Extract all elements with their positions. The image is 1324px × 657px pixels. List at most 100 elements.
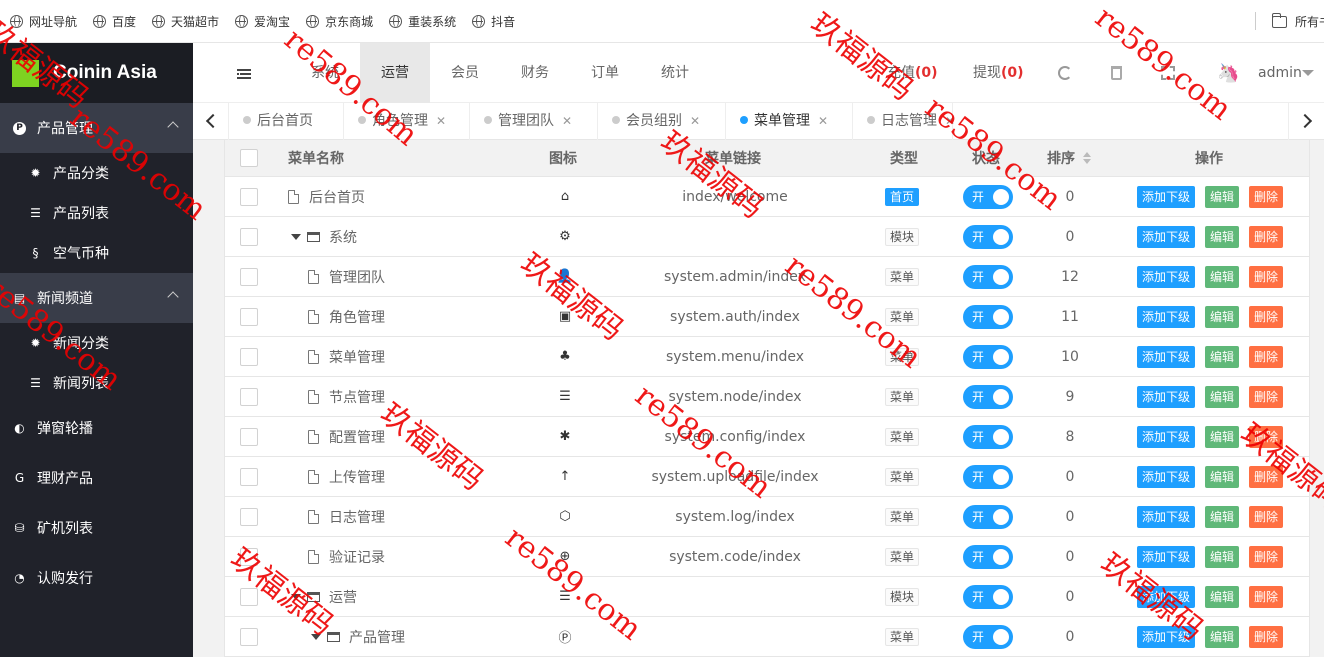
bookmarks-all-folder[interactable]: 所有书 <box>1271 12 1324 30</box>
expand-caret-icon[interactable] <box>291 233 301 240</box>
sidebar-group-finance[interactable]: G 理财产品 <box>0 453 193 503</box>
row-checkbox[interactable] <box>240 227 258 246</box>
tab-4[interactable]: 会员组别 ✕ <box>598 103 726 140</box>
sidebar-group-pie[interactable]: ◔ 认购发行 <box>0 553 193 603</box>
bookmark-item[interactable]: 重装系统 <box>389 13 456 30</box>
row-checkbox[interactable] <box>240 267 258 286</box>
add-child-button[interactable]: 添加下级 <box>1137 265 1196 288</box>
row-checkbox[interactable] <box>240 507 258 526</box>
top-nav-item[interactable]: 会员 <box>430 43 500 103</box>
status-toggle[interactable]: 开 <box>963 464 1013 489</box>
tab-5[interactable]: 菜单管理 ✕ <box>726 103 853 140</box>
menu-toggle-icon[interactable] <box>237 69 251 79</box>
sidebar-item[interactable]: ☰ 产品列表 <box>0 193 193 233</box>
status-toggle[interactable]: 开 <box>963 624 1013 649</box>
sidebar-group-carousel[interactable]: ◐ 弹窗轮播 <box>0 403 193 453</box>
delete-button[interactable]: 删除 <box>1249 465 1284 488</box>
status-toggle[interactable]: 开 <box>963 504 1013 529</box>
delete-button[interactable]: 删除 <box>1249 265 1284 288</box>
top-nav-item[interactable]: 财务 <box>500 43 570 103</box>
edit-button[interactable]: 编辑 <box>1205 305 1240 328</box>
row-checkbox[interactable] <box>240 187 258 206</box>
status-toggle[interactable]: 开 <box>963 264 1013 289</box>
add-child-button[interactable]: 添加下级 <box>1137 505 1196 528</box>
bookmark-item[interactable]: 爱淘宝 <box>235 13 290 30</box>
add-child-button[interactable]: 添加下级 <box>1137 545 1196 568</box>
delete-button[interactable]: 删除 <box>1249 185 1284 208</box>
row-checkbox[interactable] <box>240 307 258 326</box>
sidebar-item[interactable]: ✹ 产品分类 <box>0 153 193 193</box>
row-checkbox[interactable] <box>240 427 258 446</box>
close-icon[interactable]: ✕ <box>690 103 700 140</box>
close-icon[interactable]: ✕ <box>562 103 572 140</box>
delete-button[interactable]: 删除 <box>1249 505 1284 528</box>
close-icon[interactable]: ✕ <box>818 103 828 140</box>
edit-button[interactable]: 编辑 <box>1205 225 1240 248</box>
sidebar-item[interactable]: ☰ 新闻列表 <box>0 363 193 403</box>
header-sort[interactable]: 排序 <box>1047 140 1091 176</box>
bookmark-item[interactable]: 京东商城 <box>306 13 373 30</box>
top-nav-item[interactable]: 运营 <box>360 43 430 103</box>
delete-button[interactable]: 删除 <box>1249 225 1284 248</box>
close-icon[interactable]: ✕ <box>436 103 446 140</box>
edit-button[interactable]: 编辑 <box>1205 425 1240 448</box>
delete-button[interactable]: 删除 <box>1249 585 1284 608</box>
clear-cache-icon[interactable] <box>1111 66 1122 80</box>
tab-1[interactable]: 后台首页 <box>229 103 344 140</box>
add-child-button[interactable]: 添加下级 <box>1137 345 1196 368</box>
tabs-scroll-right-icon[interactable] <box>1288 103 1324 140</box>
top-nav-item[interactable]: 统计 <box>640 43 710 103</box>
status-toggle[interactable]: 开 <box>963 304 1013 329</box>
close-icon[interactable]: ✕ <box>945 103 955 140</box>
bookmark-item[interactable]: 网址导航 <box>10 13 77 30</box>
edit-button[interactable]: 编辑 <box>1205 265 1240 288</box>
avatar[interactable]: 🦄 <box>1217 63 1245 85</box>
sidebar-group-news[interactable]: ▤ 新闻频道 <box>0 273 193 323</box>
edit-button[interactable]: 编辑 <box>1205 345 1240 368</box>
sidebar-item[interactable]: § 空气币种 <box>0 233 193 273</box>
tab-6[interactable]: 日志管理 ✕ <box>853 103 955 140</box>
delete-button[interactable]: 删除 <box>1249 545 1284 568</box>
select-all-checkbox[interactable] <box>240 149 258 167</box>
status-toggle[interactable]: 开 <box>963 424 1013 449</box>
chevron-up-icon[interactable] <box>167 121 179 133</box>
tab-2[interactable]: 角色管理 ✕ <box>344 103 470 140</box>
status-toggle[interactable]: 开 <box>963 584 1013 609</box>
delete-button[interactable]: 删除 <box>1249 345 1284 368</box>
add-child-button[interactable]: 添加下级 <box>1137 465 1196 488</box>
row-checkbox[interactable] <box>240 547 258 566</box>
status-toggle[interactable]: 开 <box>963 544 1013 569</box>
row-checkbox[interactable] <box>240 627 258 646</box>
add-child-button[interactable]: 添加下级 <box>1137 625 1196 648</box>
sidebar-group-product[interactable]: P 产品管理 <box>0 103 193 153</box>
user-name[interactable]: admin <box>1258 43 1302 103</box>
status-toggle[interactable]: 开 <box>963 184 1013 209</box>
chevron-down-icon[interactable] <box>1302 70 1314 76</box>
top-nav-item[interactable]: 系统 <box>290 43 360 103</box>
add-child-button[interactable]: 添加下级 <box>1137 425 1196 448</box>
tab-3[interactable]: 管理团队 ✕ <box>470 103 598 140</box>
delete-button[interactable]: 删除 <box>1249 425 1284 448</box>
chevron-up-icon[interactable] <box>167 291 179 303</box>
row-checkbox[interactable] <box>240 467 258 486</box>
row-checkbox[interactable] <box>240 347 258 366</box>
delete-button[interactable]: 删除 <box>1249 305 1284 328</box>
edit-button[interactable]: 编辑 <box>1205 505 1240 528</box>
status-toggle[interactable]: 开 <box>963 384 1013 409</box>
bookmark-item[interactable]: 天猫超市 <box>152 13 219 30</box>
delete-button[interactable]: 删除 <box>1249 385 1284 408</box>
delete-button[interactable]: 删除 <box>1249 625 1284 648</box>
edit-button[interactable]: 编辑 <box>1205 465 1240 488</box>
sidebar-item[interactable]: ✹ 新闻分类 <box>0 323 193 363</box>
expand-caret-icon[interactable] <box>291 593 301 600</box>
add-child-button[interactable]: 添加下级 <box>1137 305 1196 328</box>
logo[interactable]: Coinin Asia <box>0 43 193 103</box>
sort-icon[interactable] <box>1083 152 1091 164</box>
add-child-button[interactable]: 添加下级 <box>1137 385 1196 408</box>
bookmark-item[interactable]: 百度 <box>93 13 136 30</box>
add-child-button[interactable]: 添加下级 <box>1137 225 1196 248</box>
bookmark-item[interactable]: 抖音 <box>472 13 515 30</box>
sidebar-group-miner[interactable]: ⛁ 矿机列表 <box>0 503 193 553</box>
add-child-button[interactable]: 添加下级 <box>1137 585 1196 608</box>
edit-button[interactable]: 编辑 <box>1205 385 1240 408</box>
